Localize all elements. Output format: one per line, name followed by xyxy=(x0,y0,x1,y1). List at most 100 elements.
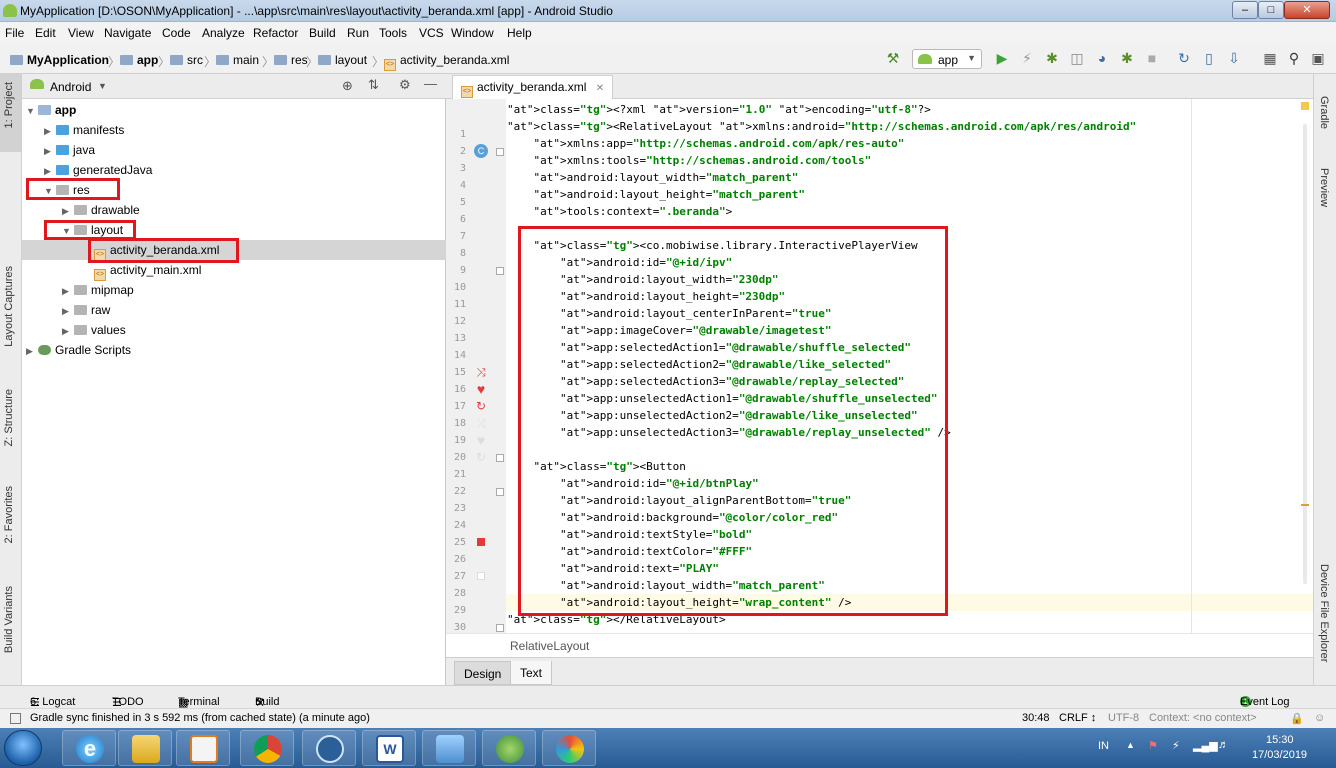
code-line[interactable]: "at">android:layout_height="match_parent… xyxy=(507,188,806,201)
tree-item-gradle-scripts[interactable]: ▶ Gradle Scripts xyxy=(22,340,446,360)
locate-file-icon[interactable]: ⊕ xyxy=(342,78,353,94)
avd-manager-icon[interactable]: ▯ xyxy=(1201,50,1217,66)
stop-icon[interactable]: ■ xyxy=(1144,50,1160,66)
collapse-all-icon[interactable]: ⇅ xyxy=(368,77,379,93)
minimize-button[interactable]: – xyxy=(1232,1,1258,19)
project-tool-tab[interactable]: 1: Project xyxy=(3,82,15,128)
line-separator[interactable]: CRLF ↕ xyxy=(1059,712,1096,724)
menu-window[interactable]: Window xyxy=(451,26,494,40)
tree-item-app[interactable]: ▼ app xyxy=(22,100,446,120)
fold-marker-icon[interactable] xyxy=(496,488,504,496)
menu-analyze[interactable]: Analyze xyxy=(202,26,245,40)
gradle-tool-tab[interactable]: Gradle xyxy=(1318,96,1330,129)
taskbar-paint[interactable] xyxy=(542,730,596,766)
build-hammer-icon[interactable]: ⚒ xyxy=(885,50,901,66)
clock-date[interactable]: 17/03/2019 xyxy=(1252,749,1307,761)
code-line[interactable]: "at">class="tg"><?xml "at">version="1.0"… xyxy=(507,103,931,116)
tree-item-values[interactable]: ▶ values xyxy=(22,320,446,340)
menu-code[interactable]: Code xyxy=(162,26,191,40)
menu-edit[interactable]: Edit xyxy=(35,26,56,40)
project-view-mode-select[interactable]: Android xyxy=(50,80,91,94)
code-line[interactable]: "at">class="tg"><RelativeLayout "at">xml… xyxy=(507,120,1136,133)
file-encoding[interactable]: UTF-8 xyxy=(1108,712,1139,724)
taskbar-photo-viewer[interactable] xyxy=(422,730,476,766)
menu-view[interactable]: View xyxy=(68,26,94,40)
breadcrumb-res[interactable]: res xyxy=(274,53,308,67)
tab-text[interactable]: Text xyxy=(510,661,553,685)
sync-gradle-icon[interactable]: ↻ xyxy=(1176,50,1192,66)
menu-run[interactable]: Run xyxy=(347,26,369,40)
preview-tool-tab[interactable]: Preview xyxy=(1318,168,1330,207)
power-icon[interactable]: ⚡ xyxy=(1172,739,1180,752)
inspection-status-icon[interactable] xyxy=(1301,102,1309,110)
breadcrumb-layout[interactable]: layout xyxy=(318,53,367,67)
layout-captures-tool-tab[interactable]: Layout Captures xyxy=(3,266,15,347)
menu-refactor[interactable]: Refactor xyxy=(253,26,298,40)
debug-icon[interactable]: ✱ xyxy=(1044,50,1060,66)
editor-scrollbar[interactable] xyxy=(1303,124,1307,584)
breadcrumb-main[interactable]: main xyxy=(216,53,259,67)
menu-vcs[interactable]: VCS xyxy=(419,26,444,40)
status-toggle-icon[interactable] xyxy=(10,713,21,724)
fold-marker-icon[interactable] xyxy=(496,624,504,632)
tree-item-java[interactable]: ▶ java xyxy=(22,140,446,160)
maximize-button[interactable]: □ xyxy=(1258,1,1284,19)
code-line[interactable]: "at">android:layout_width="match_parent" xyxy=(507,171,799,184)
code-line[interactable]: "at">tools:context=".beranda"> xyxy=(507,205,733,218)
tree-item-mipmap[interactable]: ▶ mipmap xyxy=(22,280,446,300)
search-icon[interactable]: ⚲ xyxy=(1286,50,1302,66)
menu-navigate[interactable]: Navigate xyxy=(104,26,151,40)
xml-breadcrumb[interactable]: RelativeLayout xyxy=(510,639,589,653)
breadcrumb-project[interactable]: MyApplication xyxy=(10,53,109,67)
run-configuration-select[interactable]: app ▼ xyxy=(912,49,982,69)
status-message[interactable]: Gradle sync finished in 3 s 592 ms (from… xyxy=(30,712,370,724)
apply-changes-icon[interactable]: ⚡ xyxy=(1019,50,1035,66)
taskbar-app-5[interactable] xyxy=(302,730,356,766)
close-tab-icon[interactable]: ✕ xyxy=(596,83,604,94)
taskbar-android-studio[interactable] xyxy=(482,730,536,766)
context-indicator[interactable]: Context: <no context> xyxy=(1149,712,1257,724)
lock-icon[interactable]: 🔒 xyxy=(1290,712,1304,725)
tab-design[interactable]: Design xyxy=(454,661,512,685)
editor-tab-activity-beranda[interactable]: <> activity_beranda.xml ✕ xyxy=(452,75,614,99)
coverage-icon[interactable]: ◫ xyxy=(1069,50,1085,66)
volume-icon[interactable]: ♬ xyxy=(1218,739,1229,751)
tree-item-drawable[interactable]: ▶ drawable xyxy=(22,200,446,220)
taskbar-internet-explorer[interactable]: e xyxy=(62,730,116,766)
chevron-down-icon[interactable]: ▼ xyxy=(98,81,107,91)
caret-position[interactable]: 30:48 xyxy=(1022,712,1050,724)
input-language[interactable]: IN xyxy=(1098,740,1109,752)
profiler-icon[interactable]: ◕ xyxy=(1094,50,1110,66)
taskbar-media-player[interactable] xyxy=(176,730,230,766)
code-line[interactable]: "at">xmlns:app="http://schemas.android.c… xyxy=(507,137,905,150)
menu-help[interactable]: Help xyxy=(507,26,532,40)
hide-panel-icon[interactable]: — xyxy=(424,76,437,91)
menu-build[interactable]: Build xyxy=(309,26,336,40)
favorites-tool-tab[interactable]: 2: Favorites xyxy=(3,486,15,543)
breadcrumb-app[interactable]: app xyxy=(120,53,158,67)
sdk-manager-icon[interactable]: ⇩ xyxy=(1226,50,1242,66)
breadcrumb-file[interactable]: <> activity_beranda.xml xyxy=(384,53,509,71)
action-center-icon[interactable]: ⚑ xyxy=(1148,739,1158,752)
menu-file[interactable]: File xyxy=(5,26,24,40)
taskbar-chrome[interactable] xyxy=(240,730,294,766)
fold-marker-icon[interactable] xyxy=(496,454,504,462)
code-line[interactable]: "at">xmlns:tools="http://schemas.android… xyxy=(507,154,872,167)
device-file-explorer-tool-tab[interactable]: Device File Explorer xyxy=(1318,564,1330,662)
tree-item-raw[interactable]: ▶ raw xyxy=(22,300,446,320)
breadcrumb-src[interactable]: src xyxy=(170,53,203,67)
attach-debugger-icon[interactable]: ✱ xyxy=(1119,50,1135,66)
project-structure-icon[interactable]: ▦ xyxy=(1262,50,1278,66)
network-icon[interactable]: ▂▄▆ xyxy=(1193,739,1218,752)
close-button[interactable]: ✕ xyxy=(1284,1,1330,19)
tree-item-generatedjava[interactable]: ▶ generatedJava xyxy=(22,160,446,180)
gear-icon[interactable]: ⚙ xyxy=(399,77,411,93)
tree-item-manifests[interactable]: ▶ manifests xyxy=(22,120,446,140)
tree-item-activity-main[interactable]: <> activity_main.xml xyxy=(22,260,446,281)
start-button[interactable] xyxy=(4,730,42,766)
fold-marker-icon[interactable] xyxy=(496,267,504,275)
menu-tools[interactable]: Tools xyxy=(379,26,407,40)
run-icon[interactable]: ▶ xyxy=(994,50,1010,66)
build-variants-tool-tab[interactable]: Build Variants xyxy=(3,586,15,653)
taskbar-file-explorer[interactable] xyxy=(118,730,172,766)
